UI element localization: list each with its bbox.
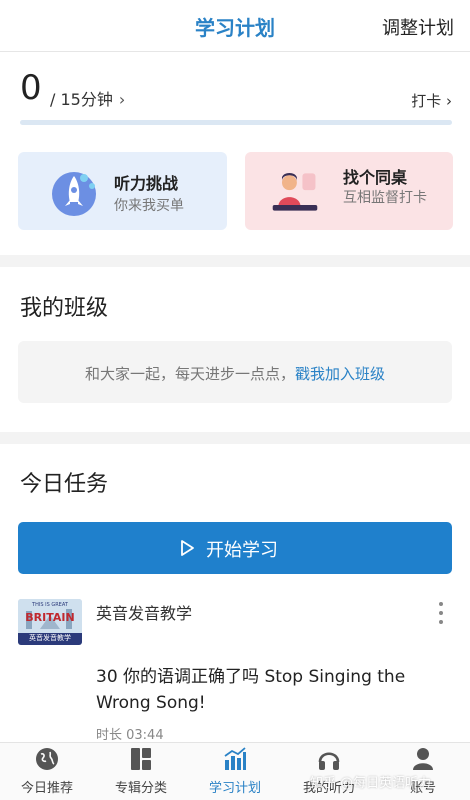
start-learning-label: 开始学习 <box>206 540 278 561</box>
adjust-plan-button[interactable]: 调整计划 <box>382 14 454 40</box>
rocket-icon <box>52 172 96 216</box>
target-label: / 15分钟 <box>50 90 113 109</box>
nav-label: 学习计划 <box>208 781 261 796</box>
minutes-studied: 0 <box>20 68 42 108</box>
daily-progress[interactable]: 0 / 15分钟 › 打卡 › <box>0 52 470 142</box>
checkin-button[interactable]: 打卡 › <box>411 90 452 111</box>
album-grid-icon <box>131 748 151 770</box>
globe-icon <box>36 748 58 770</box>
study-partner-icon <box>272 172 318 211</box>
today-tasks-title: 今日任务 <box>20 472 109 497</box>
task-duration: 时长 03:44 <box>96 728 164 743</box>
my-class-title: 我的班级 <box>20 296 109 321</box>
top-bar: 学习计划 调整计划 <box>0 0 470 52</box>
chart-icon <box>224 747 246 770</box>
card-title: 找个同桌 <box>343 168 408 187</box>
class-message: 和大家一起，每天进步一点点， <box>84 365 295 383</box>
user-icon <box>413 748 433 770</box>
headphones-icon <box>318 752 340 770</box>
section-divider <box>0 255 470 267</box>
play-icon <box>181 540 194 556</box>
target-minutes[interactable]: / 15分钟 › <box>50 86 125 110</box>
listening-challenge-card[interactable]: 听力挑战 你来我买单 <box>18 152 227 230</box>
bottom-nav: 今日推荐 专辑分类 学习计划 我的听力 账号 <box>0 742 470 800</box>
card-title: 听力挑战 <box>114 174 179 193</box>
nav-label: 今日推荐 <box>20 781 73 796</box>
task-title: 30 你的语调正确了吗 Stop Singing the Wrong Song! <box>96 667 406 713</box>
task-item[interactable]: THIS IS GREAT BRITAIN 英音发音教学 英音发音教学 30 你… <box>0 592 470 743</box>
nav-study-plan[interactable]: 学习计划 <box>188 743 282 800</box>
thumbnail-brand: BRITAIN <box>25 611 75 624</box>
nav-albums[interactable]: 专辑分类 <box>94 743 188 800</box>
nav-label: 专辑分类 <box>114 781 167 796</box>
chevron-right-icon: › <box>118 90 126 109</box>
watermark: 知乎 @每日英语听力 <box>310 776 432 791</box>
task-channel: 英音发音教学 <box>96 604 193 623</box>
start-learning-button[interactable]: 开始学习 <box>18 522 452 574</box>
thumbnail-subtitle: 英音发音教学 <box>29 634 71 642</box>
nav-today[interactable]: 今日推荐 <box>0 743 94 800</box>
section-divider <box>0 432 470 444</box>
join-class-box[interactable]: 和大家一起，每天进步一点点，戳我加入班级 <box>18 341 452 403</box>
find-partner-card[interactable]: 找个同桌 互相监督打卡 <box>245 152 453 230</box>
thumbnail-caption: THIS IS GREAT <box>32 602 68 608</box>
card-subtitle: 互相监督打卡 <box>343 190 427 206</box>
join-class-link[interactable]: 戳我加入班级 <box>295 365 385 383</box>
more-options-icon[interactable] <box>438 602 444 628</box>
progress-bar <box>20 120 452 125</box>
card-subtitle: 你来我买单 <box>114 198 184 214</box>
join-class-text: 和大家一起，每天进步一点点，戳我加入班级 <box>18 363 452 384</box>
album-thumbnail: THIS IS GREAT BRITAIN 英音发音教学 <box>18 599 82 645</box>
